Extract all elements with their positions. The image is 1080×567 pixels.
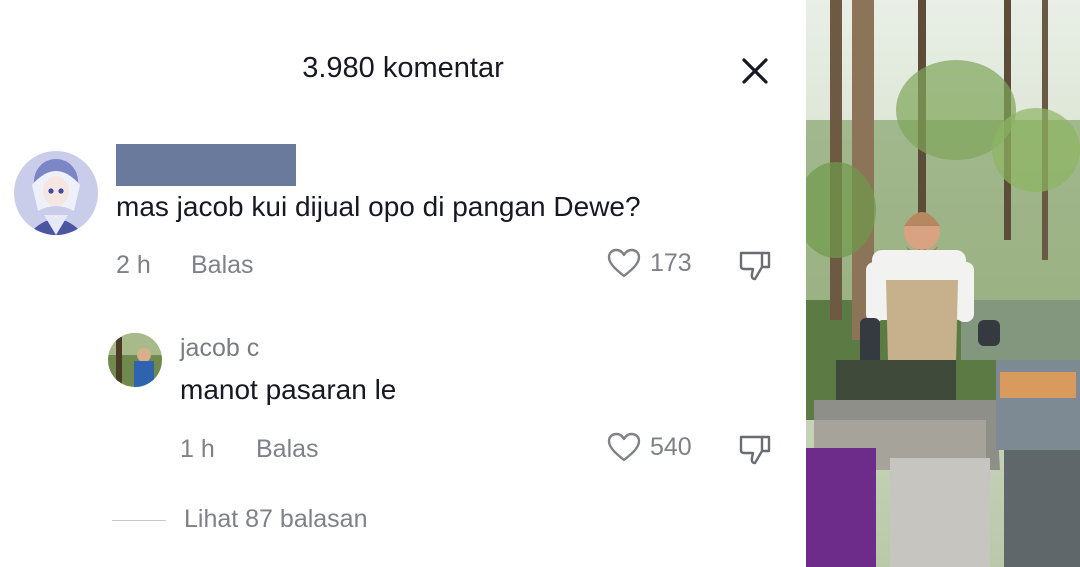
reply-avatar[interactable] [108, 333, 162, 387]
reply-like-count: 540 [650, 432, 692, 461]
avatar[interactable] [14, 151, 98, 235]
like-button[interactable]: 173 [606, 247, 692, 279]
close-icon[interactable] [738, 54, 772, 88]
photo-illustration [806, 0, 1080, 567]
dislike-icon[interactable] [738, 432, 772, 466]
comments-panel: 3.980 komentar mas jacob kui dijual opo … [0, 0, 806, 567]
reply-button[interactable]: Balas [191, 251, 254, 280]
reply-avatar-image [108, 333, 162, 387]
view-replies-button[interactable]: Lihat 87 balasan [184, 505, 367, 534]
divider [112, 520, 166, 521]
reply-username[interactable]: jacob c [180, 334, 259, 363]
heart-icon [607, 432, 641, 462]
redacted-username [116, 144, 296, 186]
anime-avatar-image [14, 151, 98, 235]
reply-text: manot pasaran le [180, 374, 397, 405]
reply-like-button[interactable]: 540 [606, 431, 692, 463]
comments-count-title: 3.980 komentar [302, 52, 504, 84]
reply-reply-button[interactable]: Balas [256, 435, 319, 464]
reply-time: 1 h [180, 435, 215, 463]
comment-time: 2 h [116, 251, 151, 279]
heart-icon [607, 248, 641, 278]
swamp-photo [806, 0, 1080, 567]
dislike-icon[interactable] [738, 248, 772, 282]
like-count: 173 [650, 248, 692, 277]
comment-text: mas jacob kui dijual opo di pangan Dewe? [116, 191, 641, 222]
